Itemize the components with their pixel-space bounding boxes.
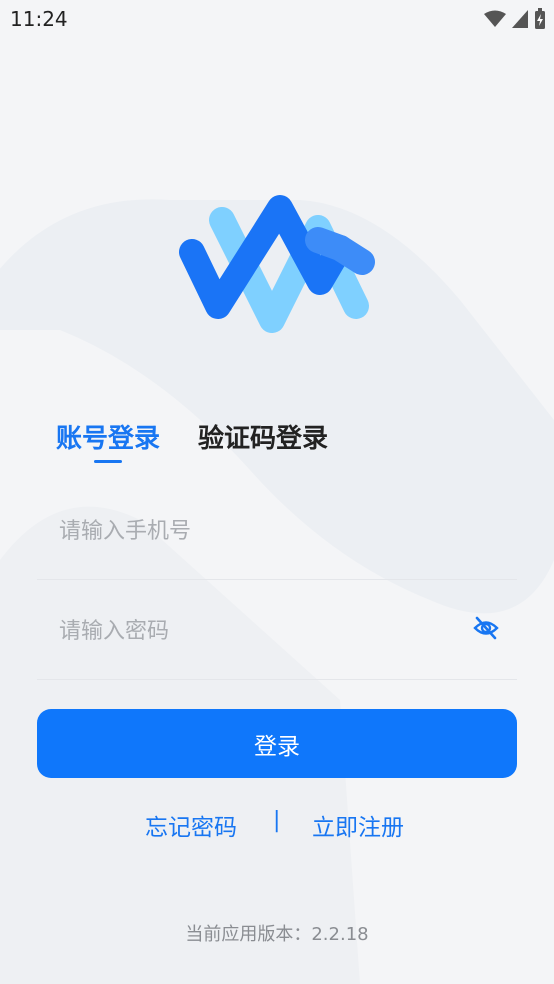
app-logo [179,195,375,333]
app-version: 当前应用版本：2.2.18 [0,920,554,946]
phone-field [37,480,517,580]
tab-account-login[interactable]: 账号登录 [56,418,160,455]
password-field [37,580,517,680]
status-bar: 11:24 [0,0,554,40]
link-separator: | [273,808,281,833]
cellular-signal-icon [512,10,528,28]
version-value: 2.2.18 [311,924,369,945]
battery-charging-icon [535,8,545,29]
tab-code-login[interactable]: 验证码登录 [198,418,328,455]
wifi-icon [484,10,506,27]
forgot-password-link[interactable]: 忘记密码 [145,808,237,842]
phone-input[interactable] [57,510,461,552]
status-icons [484,8,546,30]
login-button[interactable]: 登录 [37,709,517,778]
version-label: 当前应用版本： [185,924,312,945]
password-input[interactable] [57,610,461,652]
status-time: 11:24 [10,7,68,31]
auth-links: 忘记密码 | 立即注册 [0,808,554,842]
active-tab-indicator [94,460,122,463]
register-link[interactable]: 立即注册 [312,808,404,842]
eye-off-icon[interactable] [473,615,499,641]
